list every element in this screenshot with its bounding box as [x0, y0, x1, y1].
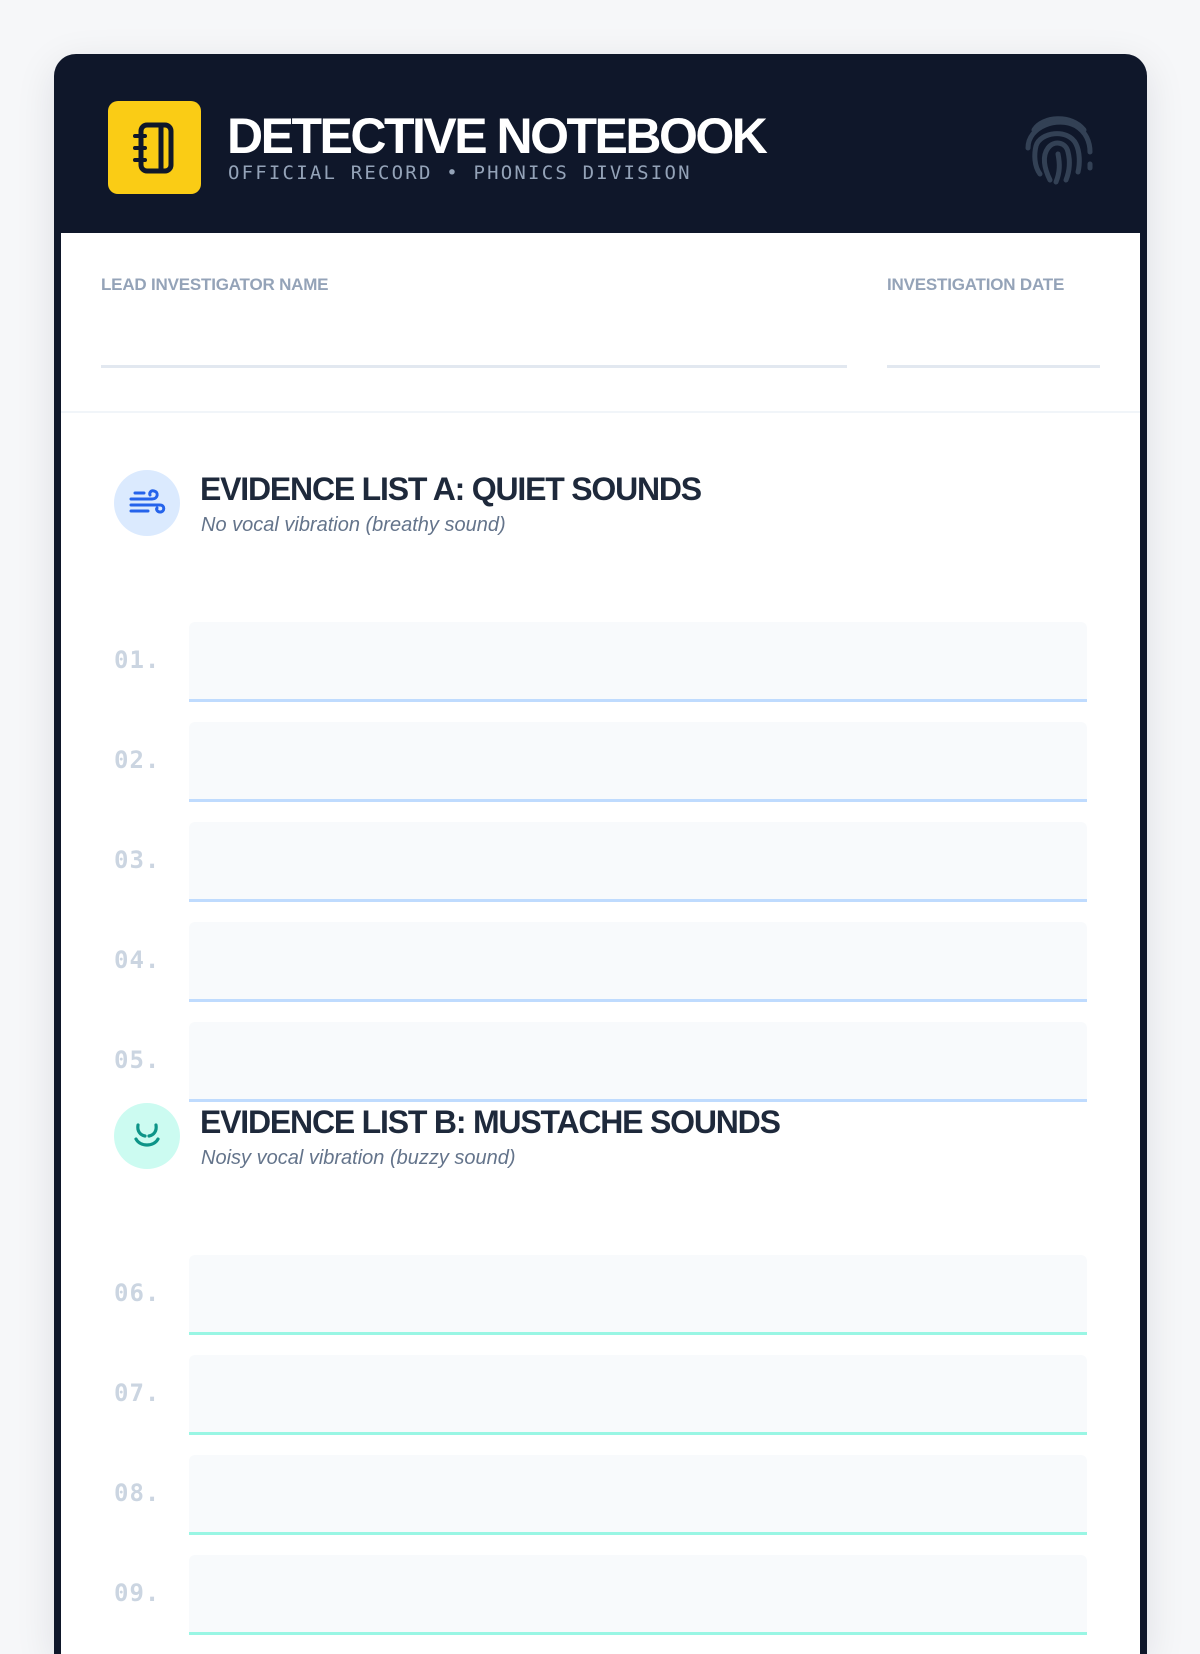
evidence-input[interactable]: [189, 1455, 1087, 1535]
notebook-page: LEAD INVESTIGATOR NAME INVESTIGATION DAT…: [61, 233, 1140, 1654]
evidence-input[interactable]: [189, 1355, 1087, 1435]
evidence-list-b-title: EVIDENCE LIST B: MUSTACHE SOUNDS: [200, 1104, 781, 1140]
notebook-icon: [132, 122, 173, 173]
evidence-list-b-subtitle: Noisy vocal vibration (buzzy sound): [201, 1147, 516, 1169]
notebook-logo: [108, 101, 201, 194]
evidence-row: 07.: [61, 1355, 1140, 1435]
evidence-input[interactable]: [189, 822, 1087, 902]
mustache-icon: [114, 1103, 180, 1169]
evidence-input[interactable]: [189, 922, 1087, 1002]
investigation-date-field[interactable]: [887, 365, 1100, 368]
evidence-list-b-header: EVIDENCE LIST B: MUSTACHE SOUNDS Noisy v…: [61, 1103, 1140, 1193]
evidence-row: 01.: [61, 622, 1140, 702]
evidence-input[interactable]: [189, 722, 1087, 802]
row-number: 01.: [114, 646, 161, 674]
investigator-name-label: LEAD INVESTIGATOR NAME: [101, 275, 329, 294]
row-number: 03.: [114, 846, 161, 874]
row-number: 05.: [114, 1046, 161, 1074]
evidence-row: 02.: [61, 722, 1140, 802]
evidence-input[interactable]: [189, 1555, 1087, 1635]
notebook-header: DETECTIVE NOTEBOOK OFFICIAL RECORD • PHO…: [61, 54, 1140, 233]
evidence-list-a-header: EVIDENCE LIST A: QUIET SOUNDS No vocal v…: [61, 470, 1140, 560]
row-number: 04.: [114, 946, 161, 974]
fingerprint-icon: [1025, 116, 1093, 185]
evidence-input[interactable]: [189, 1255, 1087, 1335]
evidence-list-a-title: EVIDENCE LIST A: QUIET SOUNDS: [200, 471, 702, 507]
evidence-row: 09.: [61, 1555, 1140, 1635]
page-subtitle: OFFICIAL RECORD • PHONICS DIVISION: [228, 162, 692, 184]
investigator-details: LEAD INVESTIGATOR NAME INVESTIGATION DAT…: [61, 233, 1140, 413]
evidence-row: 05.: [61, 1022, 1140, 1102]
wind-icon: [114, 470, 180, 536]
evidence-row: 03.: [61, 822, 1140, 902]
row-number: 08.: [114, 1479, 161, 1507]
evidence-row: 06.: [61, 1255, 1140, 1335]
evidence-list-a-subtitle: No vocal vibration (breathy sound): [201, 514, 506, 536]
evidence-input[interactable]: [189, 622, 1087, 702]
row-number: 09.: [114, 1579, 161, 1607]
row-number: 06.: [114, 1279, 161, 1307]
notebook-card: DETECTIVE NOTEBOOK OFFICIAL RECORD • PHO…: [54, 54, 1147, 1654]
evidence-input[interactable]: [189, 1022, 1087, 1102]
evidence-row: 04.: [61, 922, 1140, 1002]
evidence-row: 08.: [61, 1455, 1140, 1535]
row-number: 02.: [114, 746, 161, 774]
page-title: DETECTIVE NOTEBOOK: [227, 108, 768, 164]
investigation-date-label: INVESTIGATION DATE: [887, 275, 1065, 294]
investigator-name-field[interactable]: [101, 365, 847, 368]
row-number: 07.: [114, 1379, 161, 1407]
